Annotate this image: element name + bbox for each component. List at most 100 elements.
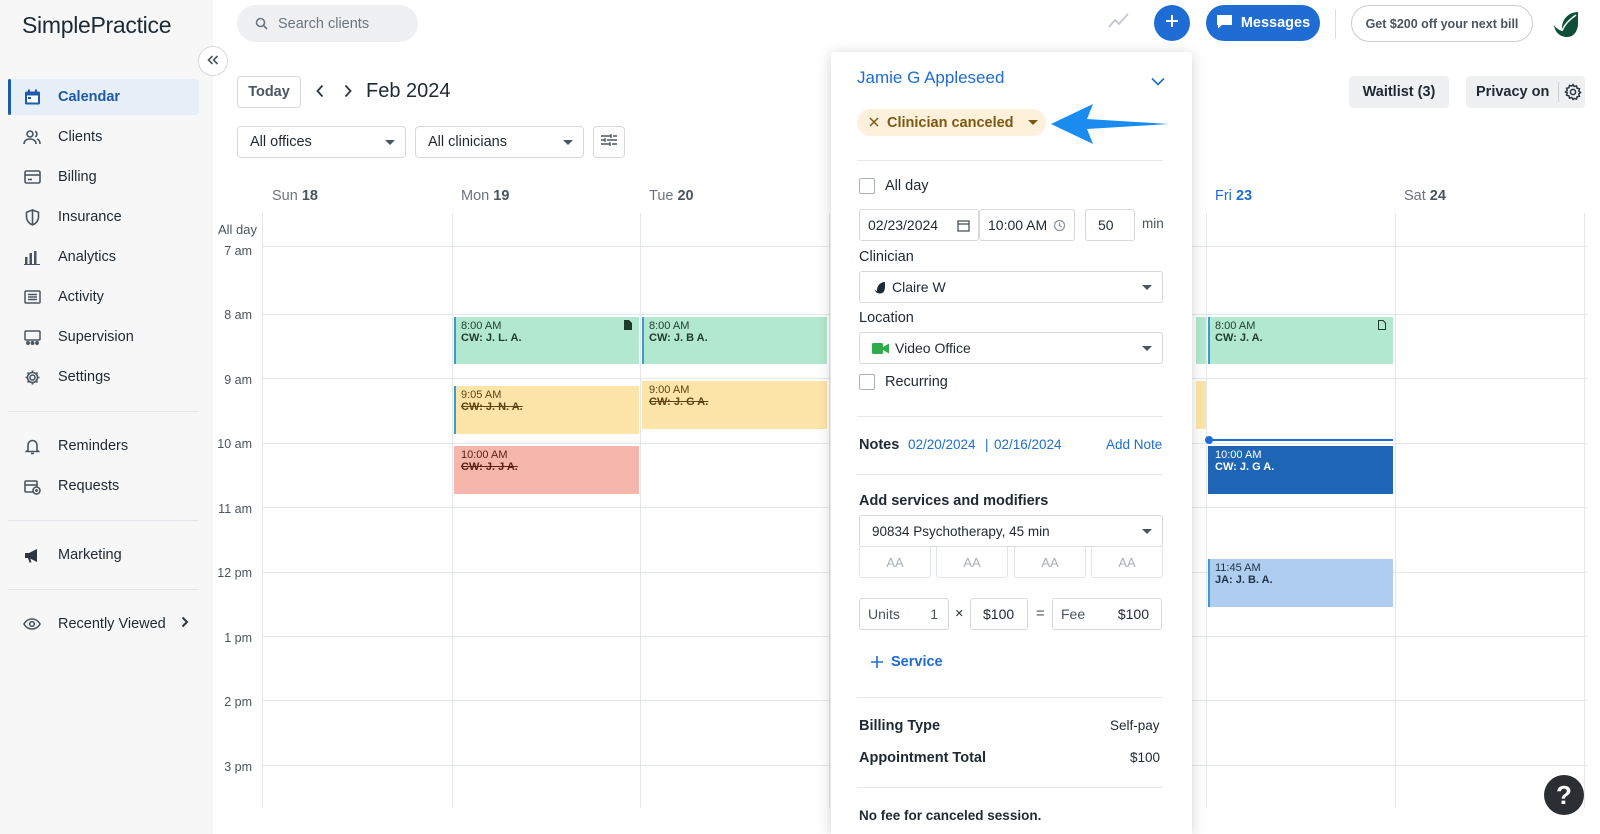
appointment-block-selected[interactable]: 10:00 AM CW: J. G A. [1208,446,1393,494]
time-label: 1 pm [224,631,252,645]
search-input[interactable]: Search clients [237,5,418,42]
notes-label: Notes [859,437,900,453]
recurring-label: Recurring [885,374,948,390]
appointment-time: 10:00 AM [461,449,508,461]
search-icon [255,17,268,30]
collapse-sidebar-button[interactable] [198,46,228,76]
client-name-link[interactable]: Jamie G Appleseed [857,68,1004,88]
appointment-block[interactable]: 8:00 AM CW: J. B A. [642,317,827,364]
close-icon[interactable] [869,115,879,131]
note-link[interactable]: 02/20/2024 [908,437,976,452]
plus-icon [871,656,883,668]
sidebar-item-activity[interactable]: Activity [8,279,199,315]
units-field[interactable]: Units 1 [859,598,949,630]
megaphone-icon [22,545,42,565]
sidebar-item-analytics[interactable]: Analytics [8,239,199,275]
location-select[interactable]: Video Office [859,332,1163,364]
add-button[interactable] [1154,5,1190,41]
sidebar-item-requests[interactable]: Requests [8,468,199,504]
bell-icon [22,436,42,456]
appointment-client: CW: J. G A. [649,396,709,408]
service-select[interactable]: 90834 Psychotherapy, 45 min [859,515,1163,547]
units-value: 1 [930,606,938,622]
day-number: 20 [677,188,694,204]
clinician-value: Claire W [892,279,946,295]
sidebar-item-clients[interactable]: Clients [8,119,199,155]
today-button[interactable]: Today [237,76,301,108]
sidebar-item-supervision[interactable]: Supervision [8,319,199,355]
modifier-field[interactable]: AA [1091,546,1163,578]
sidebar-item-label: Calendar [58,89,121,105]
appointment-block-canceled[interactable]: 9:05 AM CW: J. N. A. [454,386,639,434]
calendar-icon [22,87,42,107]
clinician-select[interactable]: Claire W [859,271,1163,303]
note-link[interactable]: 02/16/2024 [994,437,1062,452]
sidebar-item-calendar[interactable]: Calendar [8,79,199,115]
sidebar-item-reminders[interactable]: Reminders [8,428,199,464]
modifier-field[interactable]: AA [936,546,1008,578]
filter-settings-button[interactable] [593,126,625,158]
appointment-block-canceled[interactable]: 9:00 AM CW: J. G A. [642,381,827,429]
duration-field[interactable]: 50 [1085,209,1135,241]
appointment-block[interactable]: 8:00 AM CW: J. A. [1208,317,1393,364]
total-label: Appointment Total [859,750,986,766]
appointment-client: CW: J. G A. [1215,461,1275,473]
panel-divider [857,416,1163,417]
help-button[interactable]: ? [1544,775,1584,815]
fee-field[interactable]: Fee $100 [1052,598,1162,630]
sidebar-item-billing[interactable]: Billing [8,159,199,195]
chevron-down-icon[interactable] [1151,73,1165,91]
sidebar-item-insurance[interactable]: Insurance [8,199,199,235]
privacy-toggle-button[interactable]: Privacy on [1466,76,1585,108]
day-name: Tue [649,188,674,204]
appointment-client: CW: J. A. [1215,332,1263,344]
appointment-block-partial[interactable] [1196,381,1206,429]
modifier-field[interactable]: AA [859,546,931,578]
gear-icon[interactable] [1564,83,1582,105]
app-logo[interactable]: SimplePractice [22,12,171,39]
brand-leaf-icon[interactable] [1551,10,1581,43]
double-chevron-left-icon [207,52,219,70]
recurring-checkbox[interactable] [859,374,875,390]
equals-sign: = [1036,606,1045,622]
sliders-icon [600,133,618,151]
all-day-label: All day [218,222,258,237]
all-day-checkbox[interactable] [859,178,875,194]
grid-column-line [262,213,263,808]
sidebar-item-settings[interactable]: Settings [8,359,199,395]
appointment-time: 9:05 AM [461,389,502,401]
add-note-link[interactable]: Add Note [1106,437,1162,452]
date-field[interactable]: 02/23/2024 [859,209,979,241]
office-select[interactable]: All offices [237,126,406,158]
modifier-field[interactable]: AA [1014,546,1086,578]
appointment-block[interactable]: 11:45 AM JA: J. B. A. [1208,559,1393,607]
grid-column-line [452,213,453,808]
appointment-block-partial[interactable] [1196,317,1206,364]
clinician-filter-select[interactable]: All clinicians [415,126,584,158]
waitlist-button[interactable]: Waitlist (3) [1349,76,1449,108]
trend-icon[interactable] [1108,12,1130,33]
grid-column-line [640,213,641,808]
sidebar-item-marketing[interactable]: Marketing [8,537,199,573]
analytics-icon [22,247,42,267]
prev-week-button[interactable] [316,84,324,103]
chevron-right-icon [344,84,352,102]
day-name: Sun [272,188,298,204]
sidebar-item-recently-viewed[interactable]: Recently Viewed [8,606,199,642]
appointment-time: 11:45 AM [1215,562,1261,574]
promo-button[interactable]: Get $200 off your next bill [1351,5,1533,42]
next-week-button[interactable] [344,84,352,103]
appointment-status-dropdown[interactable]: Clinician canceled [857,109,1046,136]
billing-icon [22,167,42,187]
appointment-block[interactable]: 8:00 AM CW: J. L. A. [454,317,639,364]
requests-icon [22,476,42,496]
caret-down-icon [385,140,395,145]
messages-label: Messages [1240,15,1311,31]
rate-field[interactable]: $100 [970,598,1028,630]
appointment-block-canceled[interactable]: 10:00 AM CW: J. J A. [454,446,639,494]
add-service-button[interactable]: Service [871,654,943,670]
clinician-label: Clinician [859,249,914,265]
messages-button[interactable]: Messages [1206,5,1320,41]
units-label: Units [868,606,900,622]
time-field[interactable]: 10:00 AM [979,209,1075,241]
